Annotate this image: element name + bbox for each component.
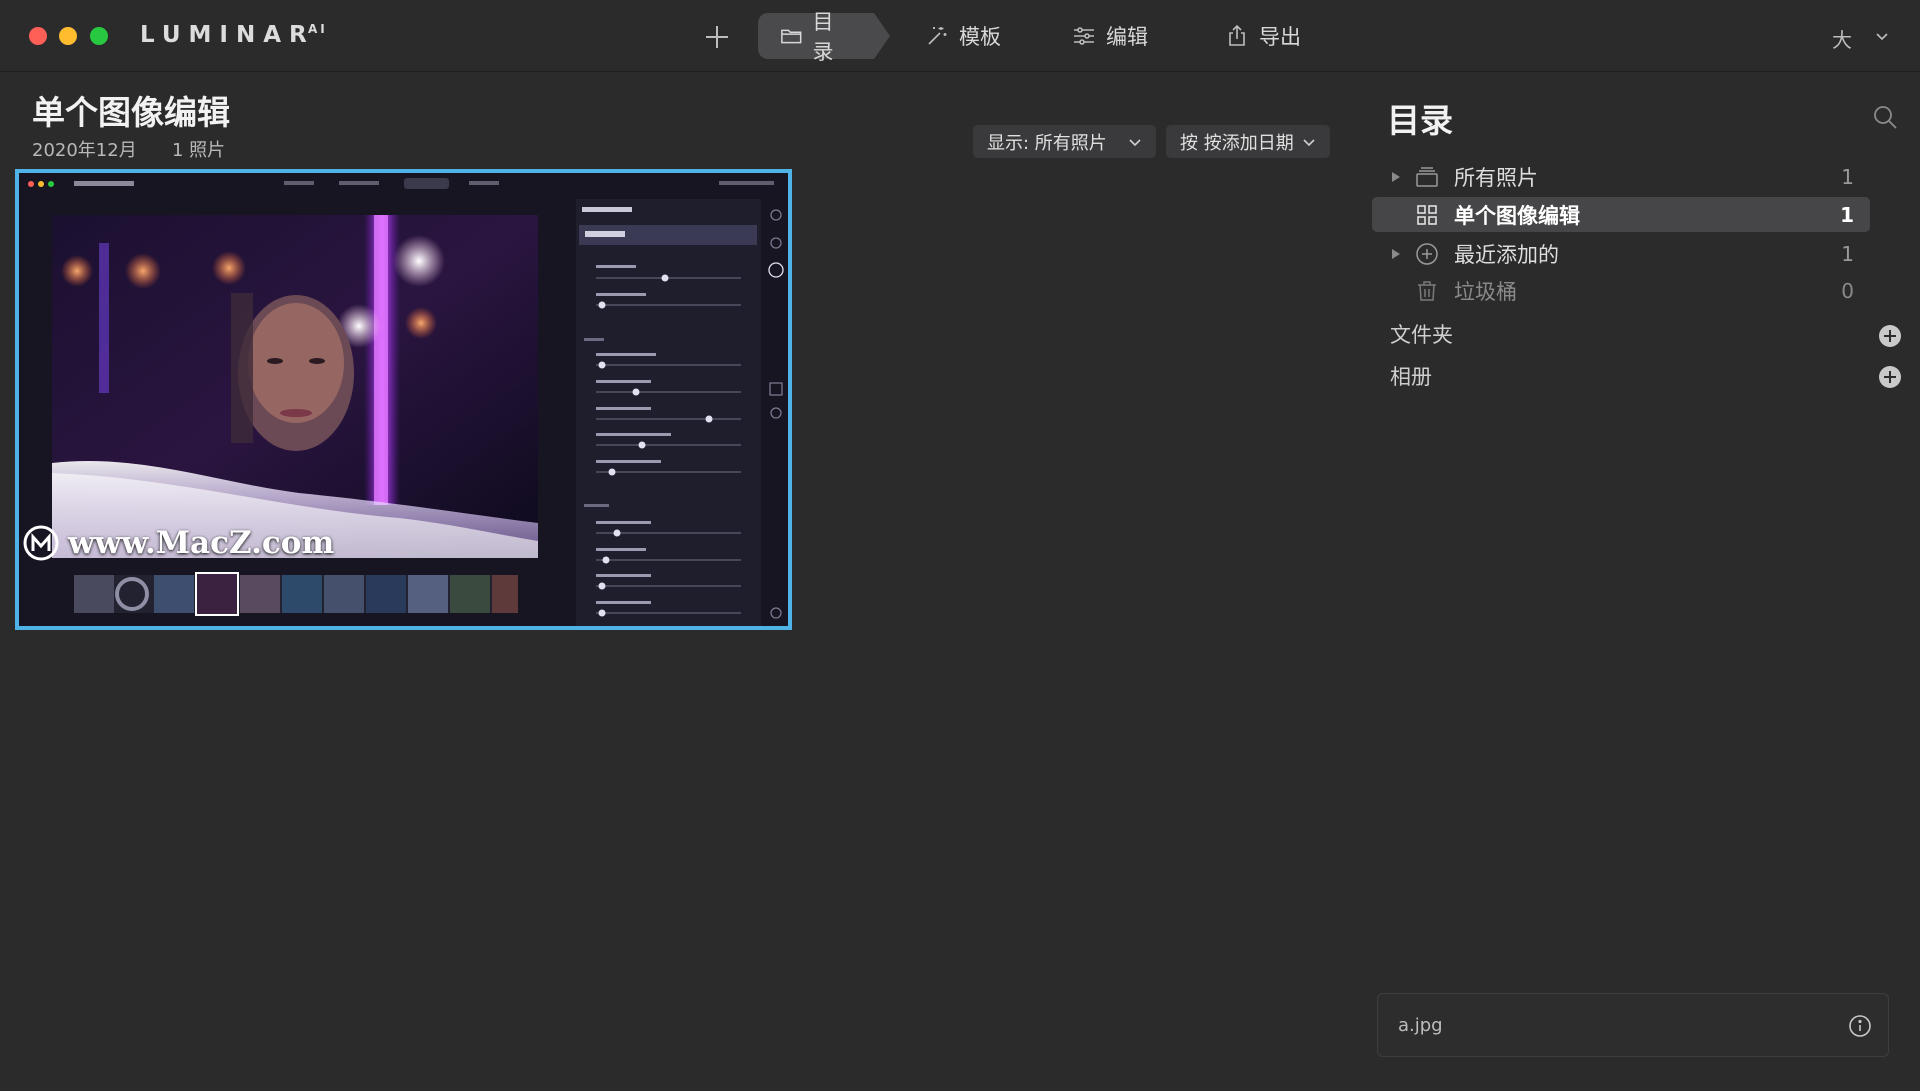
tab-edit[interactable]: 编辑 <box>1050 13 1170 59</box>
chevron-down-icon <box>1129 138 1141 146</box>
stack-icon <box>1416 166 1438 187</box>
add-circle-icon <box>1416 242 1438 265</box>
watermark-text: www.MacZ.com <box>68 525 335 561</box>
add-album-button[interactable] <box>1879 366 1901 388</box>
disclosure-triangle-icon[interactable] <box>1391 248 1401 260</box>
thumbnail-size-label[interactable]: 大 <box>1832 24 1852 53</box>
catalog-item-count: 1 <box>1840 202 1854 227</box>
catalog-item-label: 最近添加的 <box>1454 242 1559 267</box>
catalog-item-count: 0 <box>1841 278 1854 303</box>
search-icon[interactable] <box>1872 104 1898 130</box>
folders-section-label: 文件夹 <box>1390 323 1453 347</box>
tab-export-label: 导出 <box>1259 25 1301 49</box>
catalog-item-count: 1 <box>1841 164 1854 189</box>
tab-templates[interactable]: 模板 <box>903 13 1023 59</box>
zoom-window-button[interactable] <box>90 27 108 45</box>
catalog-item-trash[interactable]: 垃圾桶 0 <box>1372 273 1870 308</box>
catalog-item-all-photos[interactable]: 所有照片 1 <box>1372 159 1870 194</box>
catalog-item-label: 单个图像编辑 <box>1454 203 1580 228</box>
filter-show-dropdown[interactable]: 显示: 所有照片 <box>973 125 1156 158</box>
filter-show-label: 显示: 所有照片 <box>987 132 1107 154</box>
add-folder-button[interactable] <box>1879 325 1901 347</box>
catalog-item-label: 垃圾桶 <box>1454 279 1517 304</box>
info-icon[interactable] <box>1848 1014 1872 1038</box>
magic-wand-icon <box>928 27 947 45</box>
catalog-item-recently-added[interactable]: 最近添加的 1 <box>1372 236 1870 271</box>
minimize-window-button[interactable] <box>59 27 77 45</box>
catalog-item-label: 所有照片 <box>1454 165 1538 190</box>
album-date: 2020年12月 <box>32 140 137 161</box>
add-photos-button[interactable] <box>700 20 734 54</box>
watermark: www.MacZ.com <box>22 524 334 562</box>
grid-icon <box>1417 204 1437 225</box>
chevron-down-icon[interactable] <box>1874 28 1890 44</box>
catalog-item-single-image-edit[interactable]: 单个图像编辑 1 <box>1372 197 1870 232</box>
trash-icon <box>1418 280 1436 301</box>
tab-catalog-label: 目录 <box>812 10 834 64</box>
watermark-logo-icon <box>23 525 59 561</box>
app-logo: LUMINAR <box>140 22 315 48</box>
tab-templates-label: 模板 <box>959 25 1001 49</box>
title-bar: LUMINAR AI 目录 模板 编辑 导出 大 <box>0 0 1920 72</box>
app-logo-sup: AI <box>308 22 328 36</box>
catalog-panel-title: 目录 <box>1387 101 1453 140</box>
tab-edit-label: 编辑 <box>1106 25 1148 49</box>
sort-dropdown[interactable]: 按 按添加日期 <box>1166 125 1330 158</box>
photo-count: 1 照片 <box>172 140 226 161</box>
sliders-icon <box>1074 27 1094 45</box>
tab-export[interactable]: 导出 <box>1203 13 1323 59</box>
folder-icon <box>781 29 802 44</box>
sort-label: 按 按添加日期 <box>1180 132 1294 154</box>
file-info-box: a.jpg <box>1377 993 1889 1057</box>
close-window-button[interactable] <box>29 27 47 45</box>
tab-catalog[interactable]: 目录 <box>758 10 890 64</box>
chevron-down-icon <box>1303 138 1315 146</box>
file-name: a.jpg <box>1398 1015 1443 1036</box>
page-title: 单个图像编辑 <box>32 93 230 132</box>
share-icon <box>1229 24 1245 46</box>
albums-section-label: 相册 <box>1390 365 1432 389</box>
catalog-item-count: 1 <box>1841 241 1854 266</box>
disclosure-triangle-icon[interactable] <box>1391 171 1401 183</box>
